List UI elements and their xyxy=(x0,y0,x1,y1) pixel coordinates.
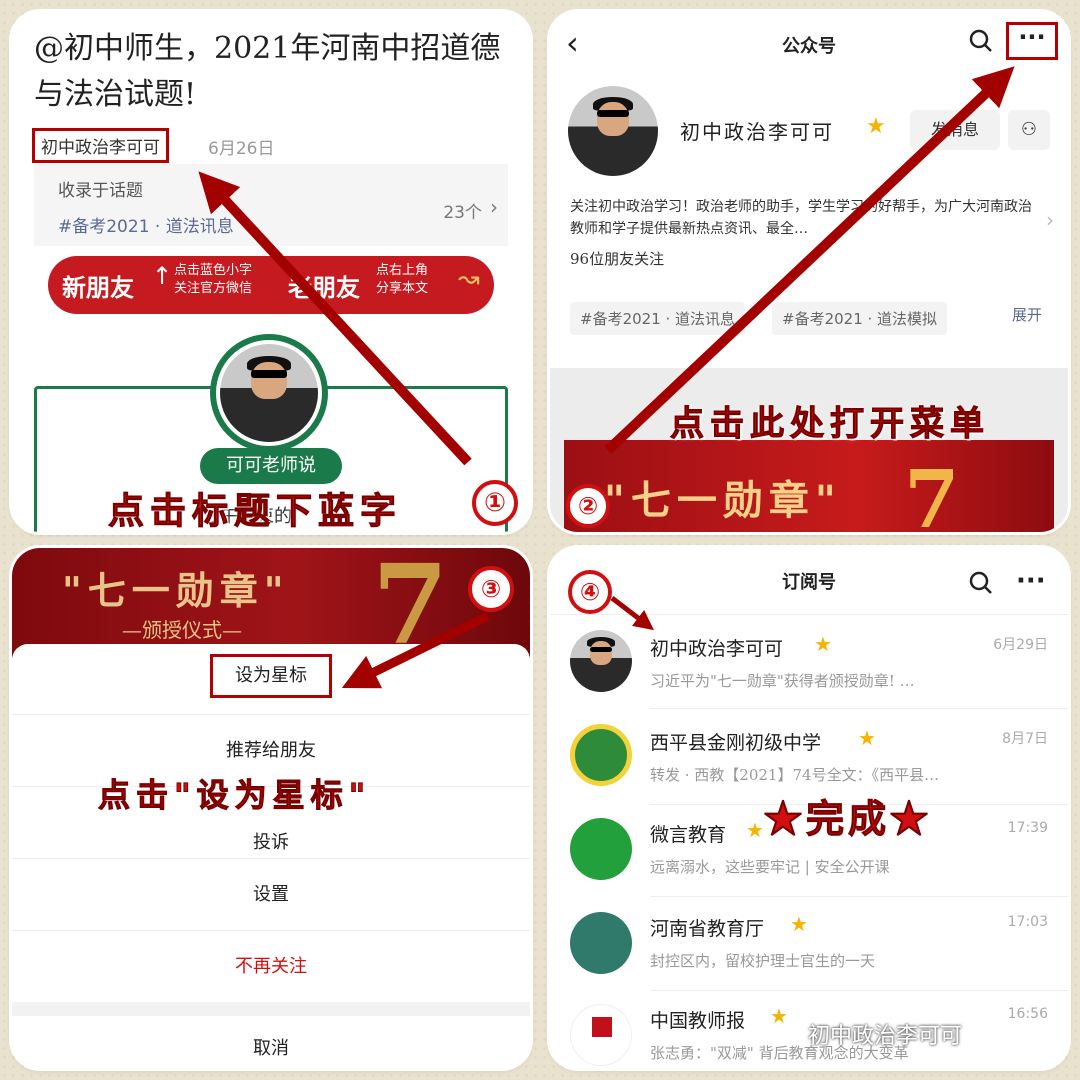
instruction-text: 点击此处打开菜单 xyxy=(670,404,990,445)
row-desc: 远离溺水，这些要牢记 | 安全公开课 xyxy=(650,858,890,876)
banner-subtitle: —颁授仪式— xyxy=(122,618,242,642)
row-time: 17:39 xyxy=(1007,820,1048,836)
panel-action-sheet: "七一勋章" —颁授仪式— 7 设为星标 推荐给朋友 投诉 设置 不再关注 取消… xyxy=(12,548,530,1068)
star-icon: ★ xyxy=(746,818,764,842)
star-icon: ★ xyxy=(814,632,832,656)
follow-banner: 新朋友 ↑ 点击蓝色小字 关注官方微信 老朋友 点右上角 分享本文 ↝ xyxy=(48,256,494,314)
more-menu-icon[interactable]: ··· xyxy=(1016,566,1046,596)
author-link[interactable]: 初中政治李可可 xyxy=(32,128,169,163)
action-sheet: 设为星标 推荐给朋友 投诉 设置 不再关注 取消 xyxy=(12,644,530,1068)
topic-tag-1[interactable]: #备考2021 · 道法讯息 xyxy=(570,302,746,335)
dimmed-banner: "七一勋章" —颁授仪式— 7 xyxy=(12,548,530,669)
feed-banner-title: "七一勋章" xyxy=(604,477,842,524)
collection-tag[interactable]: #备考2021 · 道法讯息 xyxy=(58,212,234,237)
share-arrow-icon: ↝ xyxy=(458,264,480,294)
account-avatar xyxy=(568,86,658,176)
star-icon: ★ xyxy=(858,726,876,750)
feed-banner[interactable]: "七一勋章" 7 xyxy=(564,440,1054,532)
row-name: 西平县金刚初级中学 xyxy=(650,732,822,754)
star-icon: ★ xyxy=(790,912,808,936)
collection-card[interactable]: 收录于话题 #备考2021 · 道法讯息 23个 › xyxy=(34,164,508,246)
topic-tag-2[interactable]: #备考2021 · 道法模拟 xyxy=(772,302,948,335)
row-name: 微言教育 xyxy=(650,824,727,846)
row-desc: 封控区内，留校护理士官生的一天 xyxy=(650,952,876,970)
settings-button[interactable]: 设置 xyxy=(12,858,530,930)
banner-old-text: 点右上角 分享本文 xyxy=(376,263,429,296)
arrow-up-icon: ↑ xyxy=(152,262,173,290)
account-name: 初中政治李可可 xyxy=(680,120,834,144)
unfollow-button[interactable]: 不再关注 xyxy=(12,930,530,1002)
divider xyxy=(12,1002,530,1016)
step-badge: ③ xyxy=(468,566,514,612)
step-badge: ② xyxy=(566,484,610,528)
panel-article: @初中师生，2021年河南中招道德与法治试题! 初中政治李可可 6月26日 收录… xyxy=(12,12,530,532)
divider xyxy=(650,990,1068,991)
avatar xyxy=(220,344,318,442)
divider xyxy=(650,896,1068,897)
cancel-button[interactable]: 取消 xyxy=(12,1016,530,1068)
expand-link[interactable]: 展开 xyxy=(1012,304,1042,325)
step-badge: ④ xyxy=(568,570,612,614)
user-profile-icon[interactable]: ⚇ xyxy=(1008,110,1050,150)
banner-old-friend: 老朋友 xyxy=(288,274,360,302)
elephant-logo-icon xyxy=(570,912,632,974)
collection-label: 收录于话题 xyxy=(58,181,143,201)
chevron-right-icon: › xyxy=(1046,208,1054,232)
watermark: 初中政治李可可 xyxy=(808,1024,963,1049)
row-time: 17:03 xyxy=(1007,914,1048,930)
panel-subscriptions: 订阅号 ··· 初中政治李可可 ★ 6月29日 习近平为"七一勋章"获得者颁授勋… xyxy=(550,548,1068,1068)
banner-title: "七一勋章" xyxy=(62,568,290,613)
row-name: 初中政治李可可 xyxy=(650,638,784,660)
instruction-text: 点击标题下蓝字 xyxy=(107,490,403,533)
weiyan-logo-icon xyxy=(570,818,632,880)
done-label: ★完成★ xyxy=(763,796,933,842)
teacher-pill: 可可老师说 xyxy=(200,448,342,484)
search-icon[interactable] xyxy=(968,570,994,596)
star-icon: ★ xyxy=(770,1004,788,1028)
row-name: 中国教师报 xyxy=(650,1010,746,1032)
send-message-button[interactable]: 发消息 xyxy=(910,110,1000,150)
chevron-right-icon: › xyxy=(490,195,498,219)
article-headline: @初中师生，2021年河南中招道德与法治试题! xyxy=(34,31,501,112)
divider xyxy=(650,708,1068,709)
gold-seven-graphic: 7 xyxy=(904,452,960,532)
account-intro[interactable]: 关注初中政治学习！政治老师的助手，学生学习的好帮手，为广大河南政治教师和学子提供… xyxy=(570,196,1040,240)
more-menu-icon[interactable]: ··· xyxy=(1006,22,1058,60)
row-desc: 转发 · 西教【2021】74号全文：《西平县… xyxy=(650,766,940,784)
search-icon[interactable] xyxy=(968,28,994,54)
row-name: 河南省教育厅 xyxy=(650,918,765,940)
row-desc: 习近平为"七一勋章"获得者颁授勋章! … xyxy=(650,672,915,690)
school-logo-icon xyxy=(570,724,632,786)
article-date: 6月26日 xyxy=(208,139,275,159)
banner-new-friend: 新朋友 xyxy=(62,274,134,302)
teacher-avatar-ring xyxy=(210,334,328,452)
step-badge: ① xyxy=(472,480,518,526)
star-icon: ★ xyxy=(866,114,886,139)
divider xyxy=(550,614,1068,615)
row-time: 16:56 xyxy=(1007,1006,1048,1022)
instruction-text: 点击"设为星标" xyxy=(97,776,372,815)
panel-account-profile: ‹ 公众号 ··· 初中政治李可可 ★ 发消息 ⚇ 关注初中政治学习！政治老师的… xyxy=(550,12,1068,532)
banner-new-text: 点击蓝色小字 关注官方微信 xyxy=(174,263,253,296)
account-avatar xyxy=(570,630,632,692)
row-time: 8月7日 xyxy=(1002,731,1048,747)
row-time: 6月29日 xyxy=(993,637,1048,653)
set-star-button[interactable]: 设为星标 xyxy=(210,654,332,698)
followers-count: 96位朋友关注 xyxy=(570,250,665,268)
collection-count: 23个 xyxy=(443,203,482,223)
newspaper-logo-icon xyxy=(570,1004,632,1066)
